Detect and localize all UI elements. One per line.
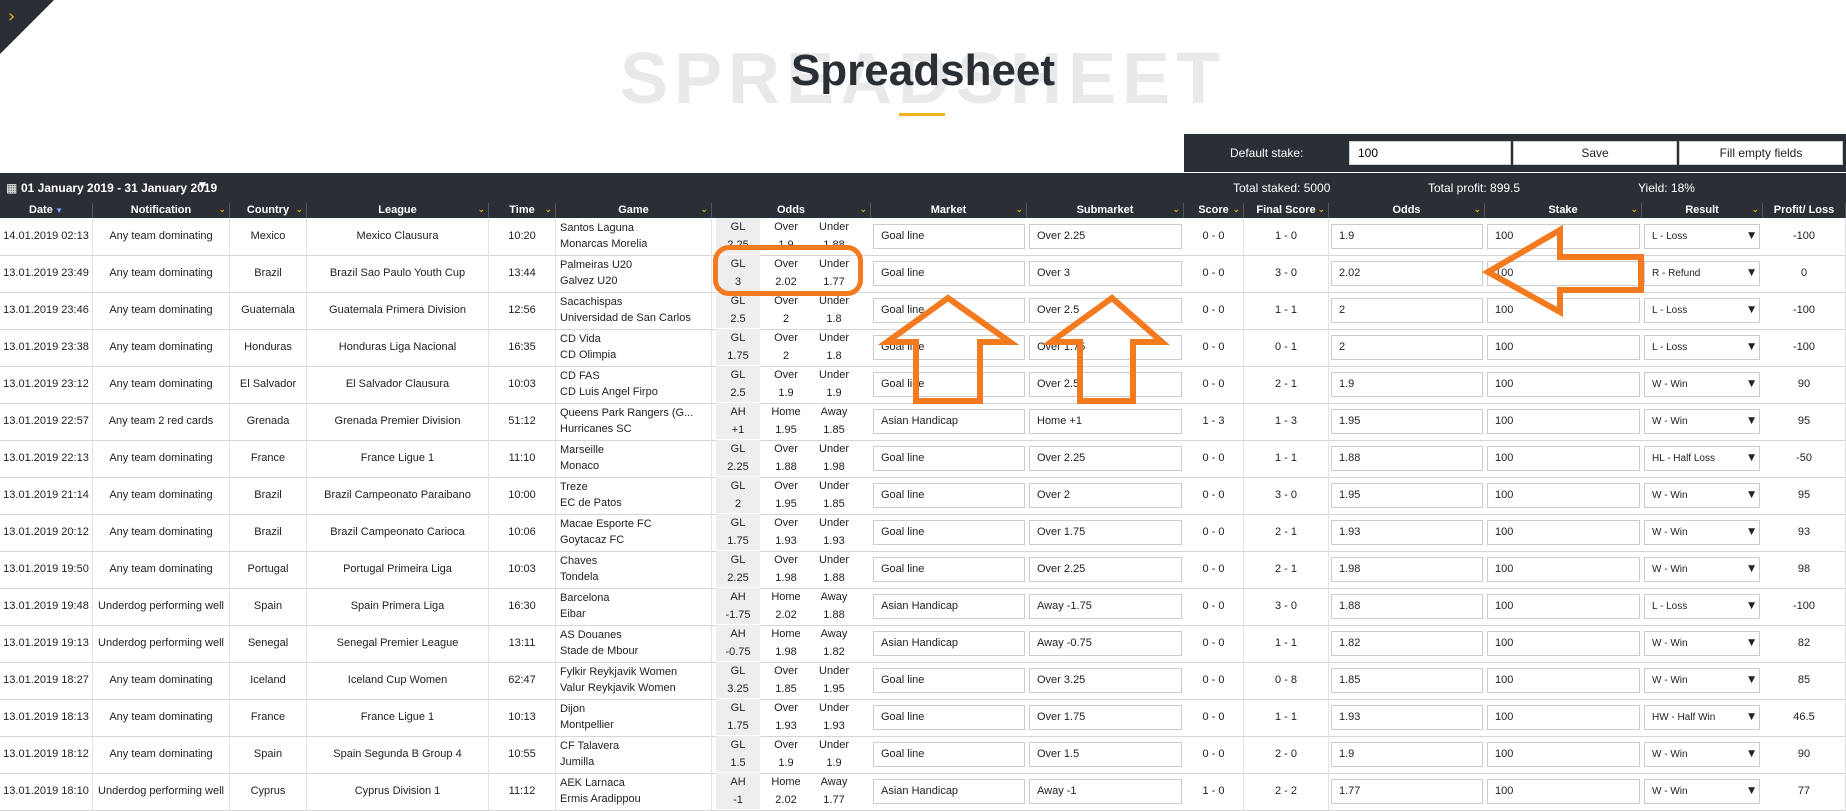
- up-arrow-annotation-1: [877, 294, 1020, 404]
- left-arrow-annotation: [1481, 224, 1644, 318]
- up-arrow-annotation-2: [1041, 294, 1170, 404]
- annotation-arrows: [877, 224, 1644, 404]
